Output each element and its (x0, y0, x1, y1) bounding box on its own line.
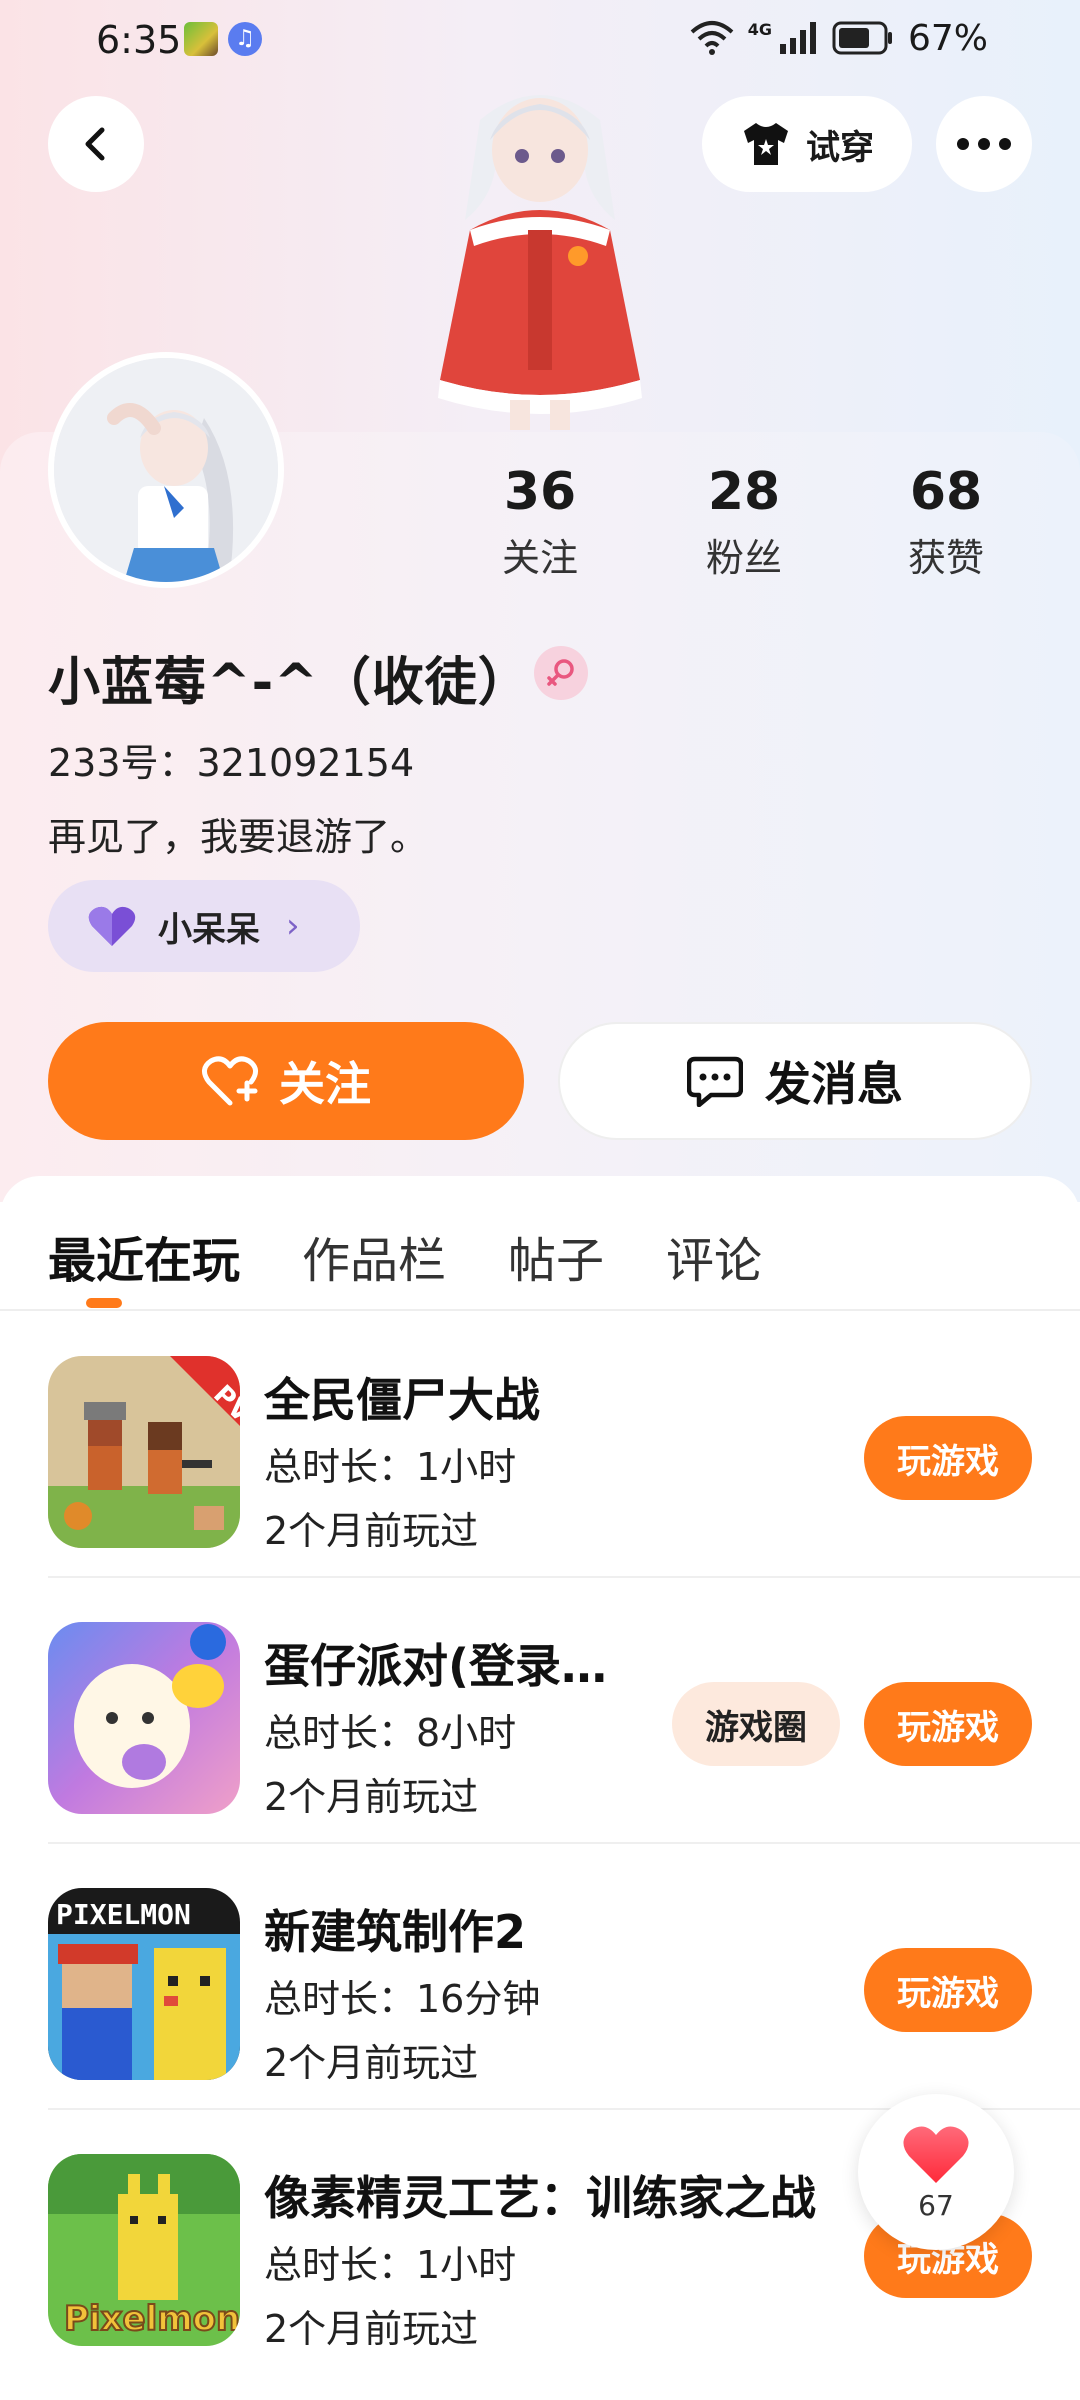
more-options-button[interactable] (936, 96, 1032, 192)
chevron-left-icon (85, 127, 105, 161)
profile-tabs: 最近在玩 作品栏 帖子 评论 (48, 1216, 762, 1306)
tabs-divider (0, 1309, 1080, 1311)
game-circle-button[interactable]: 游戏圈 (672, 1682, 840, 1766)
stat-label: 获赞 (907, 536, 984, 580)
back-button[interactable] (48, 96, 144, 192)
chat-bubble-icon (687, 1056, 743, 1107)
game-duration: 总时长：1小时 (264, 2243, 517, 2287)
red-heart-icon (903, 2125, 969, 2183)
stat-likes[interactable]: 68 获赞 (866, 460, 1026, 586)
play-game-button[interactable]: 玩游戏 (864, 1416, 1032, 1500)
female-symbol-icon (547, 659, 574, 686)
female-gender-icon (534, 646, 588, 700)
stat-following[interactable]: 36 关注 (460, 460, 620, 586)
username: 小蓝莓^-^（收徒） (48, 653, 531, 713)
svg-text:PIXELMON: PIXELMON (56, 1898, 191, 1931)
more-dots-icon (957, 138, 1011, 150)
like-count: 67 (918, 2188, 954, 2222)
purple-heart-icon (88, 906, 136, 946)
floating-like-button[interactable]: 67 (858, 2094, 1014, 2250)
play-game-button[interactable]: 玩游戏 (864, 1682, 1032, 1766)
try-on-button[interactable]: 试穿 (702, 96, 912, 192)
list-item[interactable]: 蛋仔派对(登录… 总时长：8小时 2个月前玩过 游戏圈 玩游戏 (48, 1578, 1080, 1844)
follow-label: 关注 (279, 1057, 371, 1111)
game-duration: 总时长：8小时 (264, 1711, 517, 1755)
character-3d-avatar (438, 95, 642, 430)
user-id: 233号：321092154 (48, 741, 415, 785)
active-tab-indicator (86, 1298, 122, 1308)
stat-label: 粉丝 (705, 536, 782, 580)
avatar[interactable] (48, 352, 284, 588)
pixelmon-game-icon[interactable]: PIXELMON (48, 1888, 240, 2080)
signal-icon (779, 22, 816, 54)
game-duration: 总时长：16分钟 (264, 1977, 541, 2021)
game-name: 蛋仔派对(登录… (264, 1639, 608, 1693)
game-duration: 总时长：1小时 (264, 1445, 517, 1489)
eggy-party-game-icon[interactable] (48, 1622, 240, 1814)
tab-posts[interactable]: 帖子 (508, 1216, 604, 1306)
battery-percent: 67% (907, 17, 988, 59)
guild-chip[interactable]: 小呆呆 › (48, 880, 360, 972)
tab-works[interactable]: 作品栏 (302, 1216, 446, 1306)
game-name: 全民僵尸大战 (264, 1373, 540, 1427)
user-bio: 再见了，我要退游了。 (48, 815, 429, 859)
stat-value: 28 (707, 462, 781, 522)
stat-followers[interactable]: 28 粉丝 (664, 460, 824, 586)
stat-value: 36 (503, 462, 577, 522)
tshirt-icon (744, 123, 788, 165)
music-app-icon: ♫ (228, 22, 262, 56)
message-label: 发消息 (765, 1057, 903, 1111)
battery-icon (832, 21, 892, 55)
message-button[interactable]: 发消息 (558, 1022, 1032, 1140)
profile-stats: 36 关注 28 粉丝 68 获赞 (460, 460, 1080, 600)
pvp-soldiers-game-icon[interactable]: PVP (48, 1356, 240, 1548)
network-type-label: 4G (747, 19, 772, 39)
pixelmon-online-game-icon[interactable]: Pixelmon (48, 2154, 240, 2346)
status-bar: 6:35 ♫ 4G 67% (0, 0, 1080, 80)
app-notification-icon (184, 22, 218, 56)
list-item[interactable]: PVP 全民僵尸大战 总时长：1小时 2个月前玩过 玩游戏 (48, 1312, 1080, 1578)
game-last-played: 2个月前玩过 (264, 2041, 479, 2085)
status-right: 4G 67% (690, 16, 988, 60)
avatar-image (54, 358, 278, 582)
stat-value: 68 (909, 462, 983, 522)
svg-text:Pixelmon: Pixelmon (64, 2299, 240, 2339)
guild-name: 小呆呆 (158, 909, 260, 950)
heart-plus-icon (202, 1056, 258, 1106)
game-last-played: 2个月前玩过 (264, 2307, 479, 2351)
play-game-button[interactable]: 玩游戏 (864, 1948, 1032, 2032)
game-last-played: 2个月前玩过 (264, 1509, 479, 1553)
try-on-label: 试穿 (806, 127, 874, 168)
game-name: 像素精灵工艺：训练家之战 (264, 2171, 816, 2225)
game-name: 新建筑制作2 (264, 1905, 527, 1959)
game-last-played: 2个月前玩过 (264, 1775, 479, 1819)
tab-recently-played[interactable]: 最近在玩 (48, 1216, 240, 1306)
tab-comments[interactable]: 评论 (666, 1216, 762, 1306)
wifi-icon (690, 21, 734, 55)
follow-button[interactable]: 关注 (48, 1022, 524, 1140)
stat-label: 关注 (501, 536, 578, 580)
chevron-right-icon: › (286, 906, 300, 946)
list-item[interactable]: PIXELMON 新建筑制作2 总时长：16分钟 2个月前玩过 玩游戏 (48, 1844, 1080, 2110)
status-time: 6:35 (96, 18, 182, 62)
avatar-illustration (54, 358, 278, 582)
